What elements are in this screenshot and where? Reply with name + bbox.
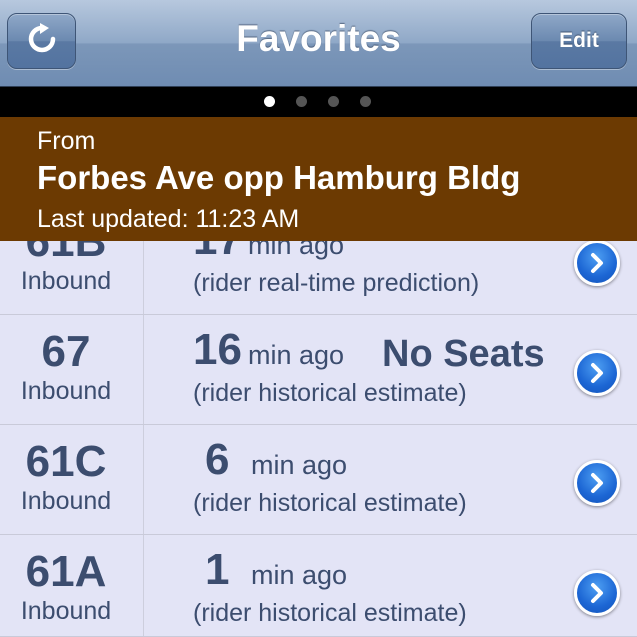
seat-status: No Seats [382,333,545,375]
disclosure-arrow-icon[interactable] [574,460,620,506]
divider [143,315,144,424]
eta-minutes: 6 [205,435,230,484]
disclosure-arrow-icon[interactable] [574,570,620,616]
page-dot-4[interactable] [360,96,371,107]
divider [143,535,144,636]
stop-header: From Forbes Ave opp Hamburg Bldg Last up… [0,117,637,241]
page-dot-2[interactable] [296,96,307,107]
route-direction: Inbound [20,487,112,515]
disclosure-arrow-icon[interactable] [574,350,620,396]
route-number: 67 [41,327,91,376]
disclosure-arrow-icon[interactable] [574,240,620,286]
edit-button[interactable]: Edit [531,13,627,69]
estimate-source: (rider historical estimate) [193,379,467,407]
route-direction: Inbound [20,267,112,295]
eta-unit: min ago [251,450,348,480]
estimate-source: (rider historical estimate) [193,599,467,627]
divider [143,425,144,534]
route-direction: Inbound [20,377,112,405]
eta: 16 min ago [193,325,344,375]
navigation-bar: Favorites Edit [0,0,637,87]
from-label: From [37,127,96,155]
stop-name: Forbes Ave opp Hamburg Bldg [37,159,521,196]
page-control[interactable] [0,87,637,117]
list-item[interactable]: 61C Inbound 6 min ago (rider historical e… [0,425,637,535]
page-dot-3[interactable] [328,96,339,107]
eta-minutes: 16 [193,325,242,374]
eta: 6 min ago [193,435,347,485]
eta-unit: min ago [251,560,348,590]
list-item[interactable]: 67 Inbound 16 min ago No Seats (rider his… [0,315,637,425]
list-item[interactable]: 61A Inbound 1 min ago (rider historical e… [0,535,637,637]
route-direction: Inbound [20,597,112,625]
estimate-source: (rider real-time prediction) [193,269,480,297]
eta-unit: min ago [247,340,345,370]
page-dot-1[interactable] [264,96,275,107]
route-number: 61A [25,547,107,596]
estimate-source: (rider historical estimate) [193,489,467,517]
eta-minutes: 1 [205,545,230,594]
route-number: 61C [25,437,107,486]
last-updated: Last updated: 11:23 AM [37,205,300,233]
eta: 1 min ago [193,545,347,595]
